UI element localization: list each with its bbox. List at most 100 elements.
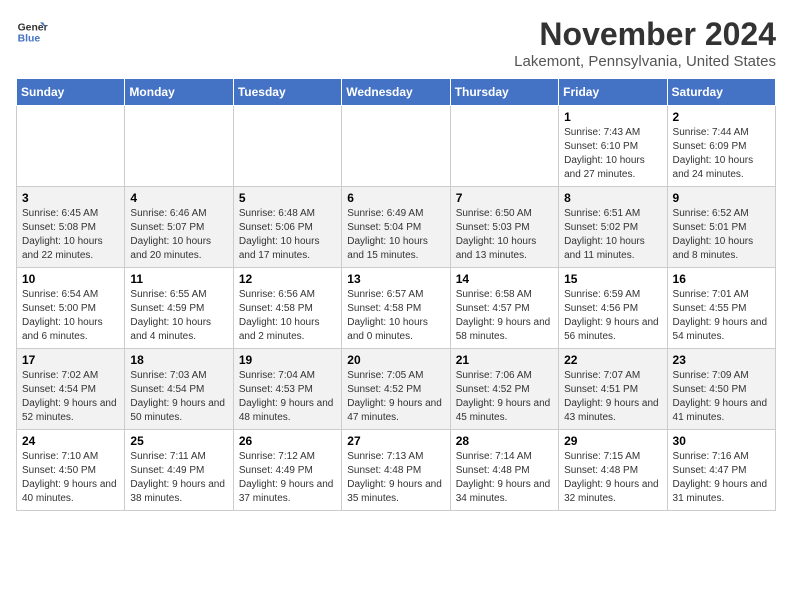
day-info: Sunrise: 7:12 AMSunset: 4:49 PMDaylight:… [239, 450, 336, 506]
calendar-cell: 19 Sunrise: 7:04 AMSunset: 4:53 PMDayligh… [233, 349, 341, 430]
day-number: 30 [673, 434, 770, 448]
calendar-week-row: 17 Sunrise: 7:02 AMSunset: 4:54 PMDayligh… [17, 349, 776, 430]
calendar-cell: 21 Sunrise: 7:06 AMSunset: 4:52 PMDayligh… [450, 349, 558, 430]
calendar-cell: 17 Sunrise: 7:02 AMSunset: 4:54 PMDayligh… [17, 349, 125, 430]
day-info: Sunrise: 7:05 AMSunset: 4:52 PMDaylight:… [347, 369, 444, 425]
day-number: 23 [673, 353, 770, 367]
calendar-cell: 20 Sunrise: 7:05 AMSunset: 4:52 PMDayligh… [342, 349, 450, 430]
weekday-header: Thursday [450, 79, 558, 106]
day-info: Sunrise: 7:01 AMSunset: 4:55 PMDaylight:… [673, 288, 770, 344]
day-number: 13 [347, 272, 444, 286]
day-number: 15 [564, 272, 661, 286]
calendar-cell: 18 Sunrise: 7:03 AMSunset: 4:54 PMDayligh… [125, 349, 233, 430]
day-number: 22 [564, 353, 661, 367]
day-number: 21 [456, 353, 553, 367]
day-number: 24 [22, 434, 119, 448]
day-info: Sunrise: 6:52 AMSunset: 5:01 PMDaylight:… [673, 207, 770, 263]
day-info: Sunrise: 7:11 AMSunset: 4:49 PMDaylight:… [130, 450, 227, 506]
calendar-cell: 4 Sunrise: 6:46 AMSunset: 5:07 PMDaylight… [125, 187, 233, 268]
calendar-cell: 15 Sunrise: 6:59 AMSunset: 4:56 PMDayligh… [559, 268, 667, 349]
day-number: 25 [130, 434, 227, 448]
calendar-cell [450, 106, 558, 187]
calendar-cell: 27 Sunrise: 7:13 AMSunset: 4:48 PMDayligh… [342, 430, 450, 511]
day-info: Sunrise: 6:56 AMSunset: 4:58 PMDaylight:… [239, 288, 336, 344]
calendar-week-row: 24Sunrise: 7:10 AMSunset: 4:50 PMDayligh… [17, 430, 776, 511]
day-number: 17 [22, 353, 119, 367]
day-info: Sunrise: 6:59 AMSunset: 4:56 PMDaylight:… [564, 288, 661, 344]
title-area: November 2024 Lakemont, Pennsylvania, Un… [514, 16, 776, 70]
day-info: Sunrise: 6:55 AMSunset: 4:59 PMDaylight:… [130, 288, 227, 344]
weekday-header: Friday [559, 79, 667, 106]
calendar-week-row: 3Sunrise: 6:45 AMSunset: 5:08 PMDaylight… [17, 187, 776, 268]
logo-icon: General Blue [16, 16, 48, 48]
day-number: 16 [673, 272, 770, 286]
calendar-cell: 12 Sunrise: 6:56 AMSunset: 4:58 PMDayligh… [233, 268, 341, 349]
month-title: November 2024 [514, 16, 776, 53]
calendar-cell: 22 Sunrise: 7:07 AMSunset: 4:51 PMDayligh… [559, 349, 667, 430]
calendar-cell [125, 106, 233, 187]
calendar-cell: 24Sunrise: 7:10 AMSunset: 4:50 PMDayligh… [17, 430, 125, 511]
day-number: 26 [239, 434, 336, 448]
calendar-week-row: 10Sunrise: 6:54 AMSunset: 5:00 PMDayligh… [17, 268, 776, 349]
calendar-cell: 26 Sunrise: 7:12 AMSunset: 4:49 PMDayligh… [233, 430, 341, 511]
day-number: 20 [347, 353, 444, 367]
weekday-header: Wednesday [342, 79, 450, 106]
day-number: 1 [564, 110, 661, 124]
day-number: 10 [22, 272, 119, 286]
calendar-cell: 13 Sunrise: 6:57 AMSunset: 4:58 PMDayligh… [342, 268, 450, 349]
day-number: 5 [239, 191, 336, 205]
calendar-cell: 16 Sunrise: 7:01 AMSunset: 4:55 PMDayligh… [667, 268, 775, 349]
day-number: 8 [564, 191, 661, 205]
day-info: Sunrise: 7:15 AMSunset: 4:48 PMDaylight:… [564, 450, 661, 506]
calendar-cell: 9 Sunrise: 6:52 AMSunset: 5:01 PMDaylight… [667, 187, 775, 268]
weekday-header: Monday [125, 79, 233, 106]
day-number: 11 [130, 272, 227, 286]
calendar-cell: 5Sunrise: 6:48 AMSunset: 5:06 PMDaylight… [233, 187, 341, 268]
calendar-cell: 23 Sunrise: 7:09 AMSunset: 4:50 PMDayligh… [667, 349, 775, 430]
day-info: Sunrise: 7:06 AMSunset: 4:52 PMDaylight:… [456, 369, 553, 425]
day-info: Sunrise: 7:02 AMSunset: 4:54 PMDaylight:… [22, 369, 119, 425]
day-info: Sunrise: 7:16 AMSunset: 4:47 PMDaylight:… [673, 450, 770, 506]
day-number: 29 [564, 434, 661, 448]
calendar-cell: 29 Sunrise: 7:15 AMSunset: 4:48 PMDayligh… [559, 430, 667, 511]
day-number: 12 [239, 272, 336, 286]
day-info: Sunrise: 6:57 AMSunset: 4:58 PMDaylight:… [347, 288, 444, 344]
weekday-header: Saturday [667, 79, 775, 106]
day-number: 6 [347, 191, 444, 205]
day-info: Sunrise: 7:09 AMSunset: 4:50 PMDaylight:… [673, 369, 770, 425]
calendar-cell: 3Sunrise: 6:45 AMSunset: 5:08 PMDaylight… [17, 187, 125, 268]
header: General Blue November 2024 Lakemont, Pen… [16, 16, 776, 70]
calendar-cell [17, 106, 125, 187]
day-number: 4 [130, 191, 227, 205]
day-info: Sunrise: 7:13 AMSunset: 4:48 PMDaylight:… [347, 450, 444, 506]
day-info: Sunrise: 7:44 AMSunset: 6:09 PMDaylight:… [673, 126, 770, 182]
day-number: 27 [347, 434, 444, 448]
calendar-cell: 14Sunrise: 6:58 AMSunset: 4:57 PMDayligh… [450, 268, 558, 349]
weekday-header: Tuesday [233, 79, 341, 106]
day-number: 2 [673, 110, 770, 124]
calendar-cell [342, 106, 450, 187]
day-info: Sunrise: 6:51 AMSunset: 5:02 PMDaylight:… [564, 207, 661, 263]
day-info: Sunrise: 7:03 AMSunset: 4:54 PMDaylight:… [130, 369, 227, 425]
calendar-cell: 6 Sunrise: 6:49 AMSunset: 5:04 PMDaylight… [342, 187, 450, 268]
day-info: Sunrise: 6:49 AMSunset: 5:04 PMDaylight:… [347, 207, 444, 263]
day-info: Sunrise: 6:46 AMSunset: 5:07 PMDaylight:… [130, 207, 227, 263]
calendar-cell: 25 Sunrise: 7:11 AMSunset: 4:49 PMDayligh… [125, 430, 233, 511]
calendar-cell: 30 Sunrise: 7:16 AMSunset: 4:47 PMDayligh… [667, 430, 775, 511]
calendar-cell: 28Sunrise: 7:14 AMSunset: 4:48 PMDayligh… [450, 430, 558, 511]
calendar-week-row: 1Sunrise: 7:43 AMSunset: 6:10 PMDaylight… [17, 106, 776, 187]
calendar-cell: 11 Sunrise: 6:55 AMSunset: 4:59 PMDayligh… [125, 268, 233, 349]
calendar-cell: 2 Sunrise: 7:44 AMSunset: 6:09 PMDaylight… [667, 106, 775, 187]
calendar-cell: 8 Sunrise: 6:51 AMSunset: 5:02 PMDaylight… [559, 187, 667, 268]
calendar-cell: 10Sunrise: 6:54 AMSunset: 5:00 PMDayligh… [17, 268, 125, 349]
day-info: Sunrise: 7:04 AMSunset: 4:53 PMDaylight:… [239, 369, 336, 425]
day-info: Sunrise: 7:07 AMSunset: 4:51 PMDaylight:… [564, 369, 661, 425]
logo: General Blue [16, 16, 48, 48]
day-info: Sunrise: 6:45 AMSunset: 5:08 PMDaylight:… [22, 207, 119, 263]
weekday-header: Sunday [17, 79, 125, 106]
day-number: 14 [456, 272, 553, 286]
day-number: 9 [673, 191, 770, 205]
day-number: 19 [239, 353, 336, 367]
location-title: Lakemont, Pennsylvania, United States [514, 53, 776, 70]
day-number: 18 [130, 353, 227, 367]
